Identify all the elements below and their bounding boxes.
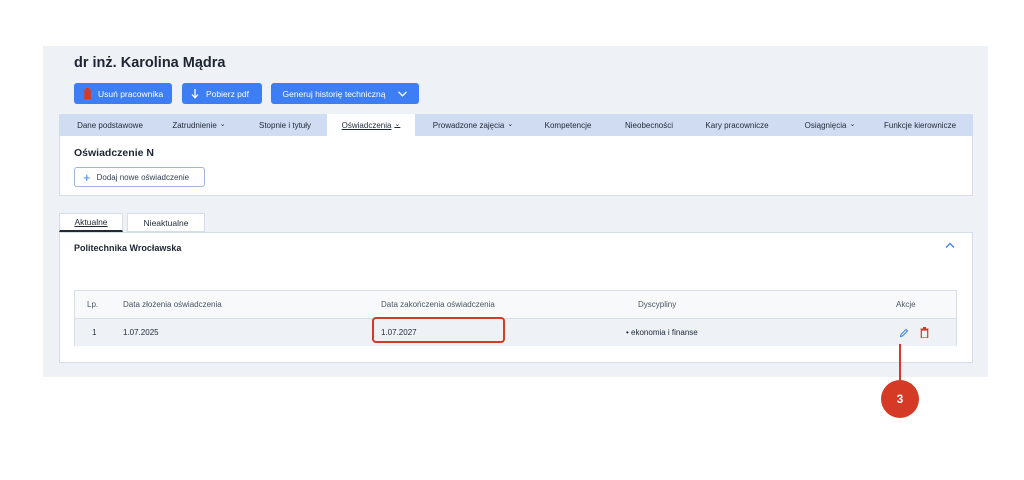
tab-outdated[interactable]: Nieaktualne bbox=[127, 213, 205, 232]
declaration-title: Oświadczenie N bbox=[74, 147, 154, 159]
add-declaration-button[interactable]: + Dodaj nowe oświadczenie bbox=[74, 167, 205, 187]
table-row: 1 1.07.2025 1.07.2027 • ekonomia i finan… bbox=[75, 318, 956, 346]
plus-icon: + bbox=[83, 169, 91, 185]
download-pdf-button[interactable]: Pobierz pdf bbox=[182, 83, 262, 104]
add-declaration-label: Dodaj nowe oświadczenie bbox=[96, 172, 190, 182]
tab-managerial-functions[interactable]: Funkcje kierownicze bbox=[882, 114, 958, 136]
trash-icon bbox=[82, 88, 92, 100]
download-pdf-label: Pobierz pdf bbox=[206, 88, 249, 99]
tab-absences[interactable]: Nieobecności bbox=[623, 114, 675, 136]
tab-classes[interactable]: Prowadzone zajęcia ⌄ bbox=[431, 114, 515, 136]
tab-employment[interactable]: Zatrudnienie ⌄ bbox=[166, 114, 232, 136]
organization-name: Politechnika Wrocławska bbox=[74, 243, 182, 253]
cell-lp: 1 bbox=[92, 328, 97, 337]
main-tab-bar: Dane podstawowe Zatrudnienie ⌄ Stopnie i … bbox=[59, 114, 973, 136]
header-actions: Akcje bbox=[896, 300, 916, 309]
generate-history-label: Generuj historię techniczną bbox=[282, 88, 386, 99]
callout-badge: 3 bbox=[881, 380, 919, 418]
header-ended: Data zakończenia oświadczenia bbox=[381, 300, 495, 309]
tab-basic-data[interactable]: Dane podstawowe bbox=[75, 114, 145, 136]
table-header: Lp. Data złożenia oświadczenia Data zako… bbox=[75, 291, 956, 318]
tab-competences[interactable]: Kompetencje bbox=[540, 114, 596, 136]
chevron-down-icon: ⌄ bbox=[219, 121, 226, 128]
cell-submitted: 1.07.2025 bbox=[123, 328, 159, 337]
chevron-up-icon[interactable] bbox=[945, 241, 959, 253]
cell-discipline: • ekonomia i finanse bbox=[626, 328, 698, 337]
chevron-down-icon bbox=[398, 88, 408, 100]
generate-history-button[interactable]: Generuj historię techniczną bbox=[271, 83, 419, 104]
tab-declarations[interactable]: Oświadczenia ⌄ bbox=[327, 114, 415, 136]
delete-employee-button[interactable]: Usuń pracownika bbox=[74, 83, 172, 104]
delete-icon[interactable] bbox=[920, 319, 929, 346]
download-arrow-icon bbox=[190, 88, 200, 100]
tab-current[interactable]: Aktualne bbox=[59, 213, 123, 232]
chevron-down-icon: ⌄ bbox=[507, 121, 514, 128]
chevron-down-icon: ⌄ bbox=[394, 121, 401, 128]
edit-icon[interactable] bbox=[899, 319, 909, 346]
header-disciplines: Dyscypliny bbox=[638, 300, 677, 309]
header-lp: Lp. bbox=[87, 300, 99, 309]
header-submitted: Data złożenia oświadczenia bbox=[123, 300, 222, 309]
tab-penalties[interactable]: Kary pracownicze bbox=[704, 114, 770, 136]
declaration-section bbox=[59, 136, 973, 196]
tab-achievements[interactable]: Osiągnięcia ⌄ bbox=[800, 114, 860, 136]
page-title: dr inż. Karolina Mądra bbox=[74, 55, 226, 71]
tab-degrees[interactable]: Stopnie i tytuły bbox=[255, 114, 315, 136]
callout-line bbox=[899, 344, 901, 382]
chevron-down-icon: ⌄ bbox=[849, 121, 856, 128]
delete-employee-label: Usuń pracownika bbox=[98, 88, 164, 99]
declarations-table: Lp. Data złożenia oświadczenia Data zako… bbox=[74, 290, 957, 346]
highlight-box bbox=[372, 317, 505, 343]
